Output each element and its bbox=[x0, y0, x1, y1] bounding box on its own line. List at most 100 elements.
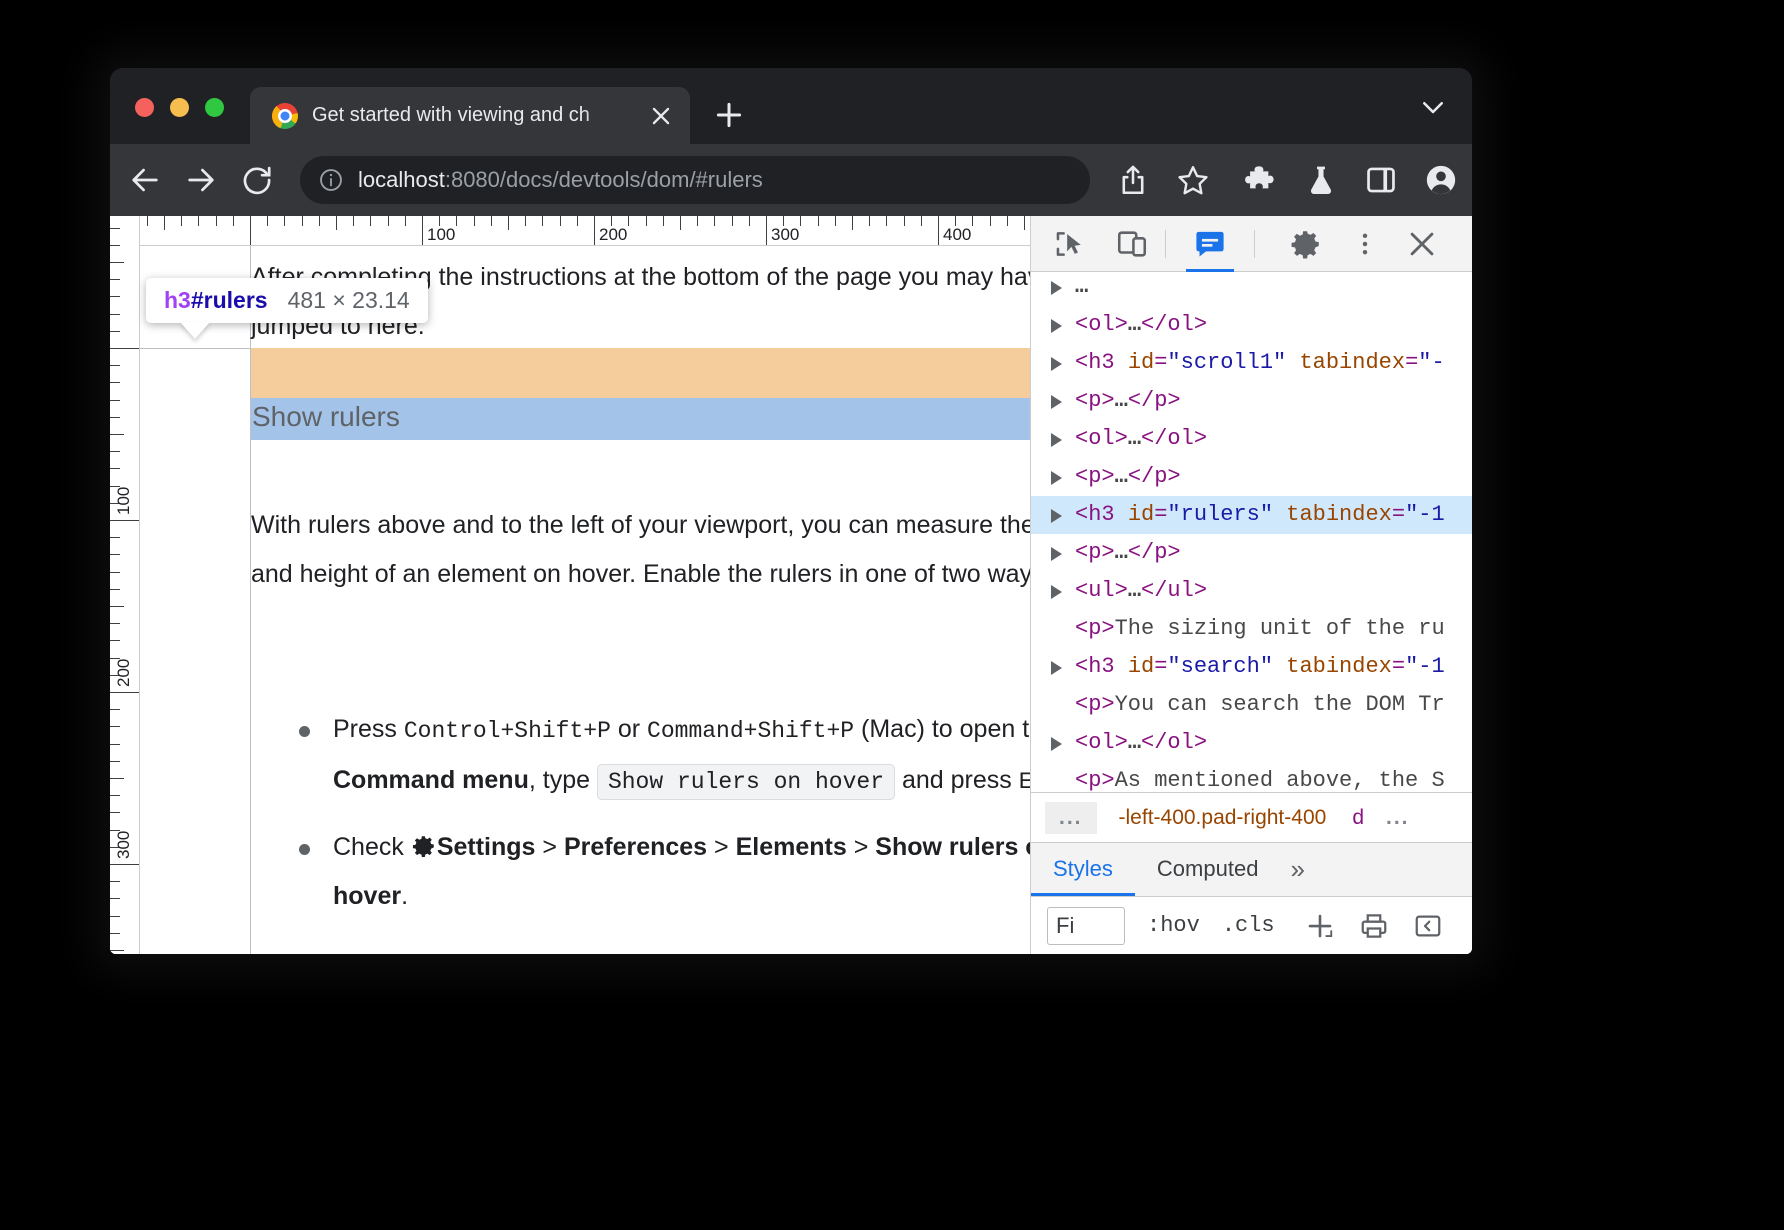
issues-message-icon[interactable] bbox=[1182, 216, 1238, 272]
ruler-tick bbox=[732, 216, 733, 226]
filter-input[interactable]: Fi bbox=[1047, 907, 1125, 945]
ruler-tick bbox=[800, 216, 801, 226]
ruler-tick bbox=[972, 216, 973, 226]
tab-styles[interactable]: Styles bbox=[1031, 842, 1135, 896]
expand-arrow-icon[interactable] bbox=[1051, 357, 1062, 371]
li1-mid3: , type bbox=[529, 766, 597, 794]
expand-arrow-icon[interactable] bbox=[1051, 585, 1062, 599]
expand-arrow-icon[interactable] bbox=[1051, 471, 1062, 485]
breadcrumb-tag[interactable]: d bbox=[1352, 806, 1364, 830]
dom-row-selected[interactable]: <h3 id="rulers" tabindex="-1 bbox=[1031, 496, 1472, 534]
ruler-tick bbox=[714, 216, 715, 226]
dom-row[interactable]: <ol>…</ol> bbox=[1031, 420, 1472, 458]
person-icon[interactable] bbox=[1424, 163, 1458, 197]
flask-icon[interactable] bbox=[1304, 163, 1338, 197]
ruler-tick bbox=[110, 468, 120, 469]
breadcrumb-more-left[interactable]: ... bbox=[1045, 802, 1097, 834]
dom-row-content: <h3 id="scroll1" tabindex="- bbox=[1075, 350, 1445, 375]
li1-mid1: or bbox=[611, 715, 647, 743]
print-media-icon[interactable] bbox=[1359, 911, 1389, 941]
expand-arrow-icon[interactable] bbox=[1051, 737, 1062, 751]
dom-row[interactable]: <p>As mentioned above, the S bbox=[1031, 762, 1472, 792]
breadcrumb: ... -left-400.pad-right-400 d ... bbox=[1031, 792, 1472, 842]
dom-row-content: <h3 id="rulers" tabindex="-1 bbox=[1075, 502, 1445, 527]
dom-row-content: <p>…</p> bbox=[1075, 540, 1181, 565]
ruler-tick bbox=[110, 916, 120, 917]
ruler-tick bbox=[319, 216, 320, 226]
window-close-button[interactable] bbox=[135, 98, 154, 117]
ruler-tick bbox=[110, 520, 139, 521]
window-maximize-button[interactable] bbox=[205, 98, 224, 117]
styles-toolbar: Fi :hov .cls bbox=[1031, 896, 1472, 954]
puzzle-icon[interactable] bbox=[1244, 163, 1278, 197]
cls-button[interactable]: .cls bbox=[1222, 913, 1275, 938]
inspect-cursor-icon[interactable] bbox=[1053, 227, 1087, 261]
more-tabs-icon[interactable]: » bbox=[1290, 842, 1304, 896]
close-icon[interactable] bbox=[1405, 227, 1439, 261]
info-circle-icon[interactable] bbox=[318, 167, 344, 193]
dom-row[interactable]: <ol>…</ol> bbox=[1031, 306, 1472, 344]
arrow-right-icon[interactable] bbox=[184, 163, 218, 197]
share-icon[interactable] bbox=[1116, 163, 1150, 197]
breadcrumb-path[interactable]: -left-400.pad-right-400 bbox=[1119, 806, 1327, 830]
breadcrumb-more-right[interactable]: ... bbox=[1386, 806, 1410, 830]
gear-icon[interactable] bbox=[1289, 227, 1323, 261]
dom-row[interactable]: <p>…</p> bbox=[1031, 534, 1472, 572]
ruler-tick bbox=[110, 417, 120, 418]
tooltip-id: #rulers bbox=[191, 287, 268, 313]
dom-row[interactable]: <h3 id="scroll1" tabindex="- bbox=[1031, 344, 1472, 382]
toggle-sidebar-icon[interactable] bbox=[1413, 911, 1443, 941]
plus-icon[interactable] bbox=[1305, 911, 1335, 941]
star-icon[interactable] bbox=[1176, 163, 1210, 197]
toolbar-divider bbox=[1254, 230, 1255, 258]
tab-strip: Get started with viewing and ch bbox=[110, 68, 1472, 144]
ruler-tick bbox=[852, 216, 853, 230]
expand-arrow-icon[interactable] bbox=[1051, 661, 1062, 675]
expand-arrow-icon[interactable] bbox=[1051, 281, 1062, 295]
chevron-down-icon[interactable] bbox=[1418, 92, 1448, 122]
tab-computed[interactable]: Computed bbox=[1135, 842, 1281, 896]
li1-mid2: (Mac) to open the bbox=[854, 715, 1030, 743]
dom-row[interactable]: <p>…</p> bbox=[1031, 458, 1472, 496]
device-toggle-icon[interactable] bbox=[1115, 227, 1149, 261]
ruler-tick bbox=[110, 898, 120, 899]
li1-strong1: Command menu bbox=[333, 766, 529, 794]
dom-tree[interactable]: …<ol>…</ol><h3 id="scroll1" tabindex="-<… bbox=[1031, 272, 1472, 792]
browser-tab[interactable]: Get started with viewing and ch bbox=[250, 87, 690, 144]
window-minimize-button[interactable] bbox=[170, 98, 189, 117]
ruler-tick bbox=[110, 572, 120, 573]
hov-button[interactable]: :hov bbox=[1147, 913, 1200, 938]
address-bar[interactable]: localhost:8080/docs/devtools/dom/#rulers bbox=[300, 156, 1090, 204]
expand-arrow-icon[interactable] bbox=[1051, 547, 1062, 561]
side-panel-icon[interactable] bbox=[1364, 163, 1398, 197]
ruler-tick bbox=[110, 933, 120, 934]
ruler-tick bbox=[216, 216, 217, 226]
expand-arrow-icon[interactable] bbox=[1051, 433, 1062, 447]
ruler-tick bbox=[110, 692, 139, 693]
ruler-tick bbox=[560, 216, 561, 226]
dom-row[interactable]: <ul>…</ul> bbox=[1031, 572, 1472, 610]
three-dots-vertical-icon[interactable] bbox=[1351, 227, 1379, 261]
ruler-tick bbox=[628, 216, 629, 226]
ruler-tick bbox=[646, 216, 647, 226]
ruler-tick bbox=[147, 216, 148, 226]
plus-icon[interactable] bbox=[712, 98, 746, 132]
dom-row[interactable]: <p>The sizing unit of the ru bbox=[1031, 610, 1472, 648]
ruler-tick bbox=[110, 262, 124, 263]
dom-row[interactable]: <h3 id="search" tabindex="-1 bbox=[1031, 648, 1472, 686]
dom-row[interactable]: <ol>…</ol> bbox=[1031, 724, 1472, 762]
instructions-list: Press Control+Shift+P or Command+Shift+P… bbox=[251, 705, 1030, 937]
close-icon[interactable] bbox=[648, 103, 674, 129]
dom-row[interactable]: <p>You can search the DOM Tr bbox=[1031, 686, 1472, 724]
li2-sep2: > bbox=[707, 833, 736, 861]
arrow-left-icon[interactable] bbox=[128, 163, 162, 197]
reload-icon[interactable] bbox=[240, 163, 274, 197]
dom-row[interactable]: <p>…</p> bbox=[1031, 382, 1472, 420]
ruler-tick bbox=[110, 245, 120, 246]
expand-arrow-icon[interactable] bbox=[1051, 509, 1062, 523]
ruler-tick bbox=[491, 216, 492, 226]
li2-strong1: Settings bbox=[437, 833, 536, 861]
dom-row[interactable]: … bbox=[1031, 272, 1472, 306]
expand-arrow-icon[interactable] bbox=[1051, 395, 1062, 409]
expand-arrow-icon[interactable] bbox=[1051, 319, 1062, 333]
